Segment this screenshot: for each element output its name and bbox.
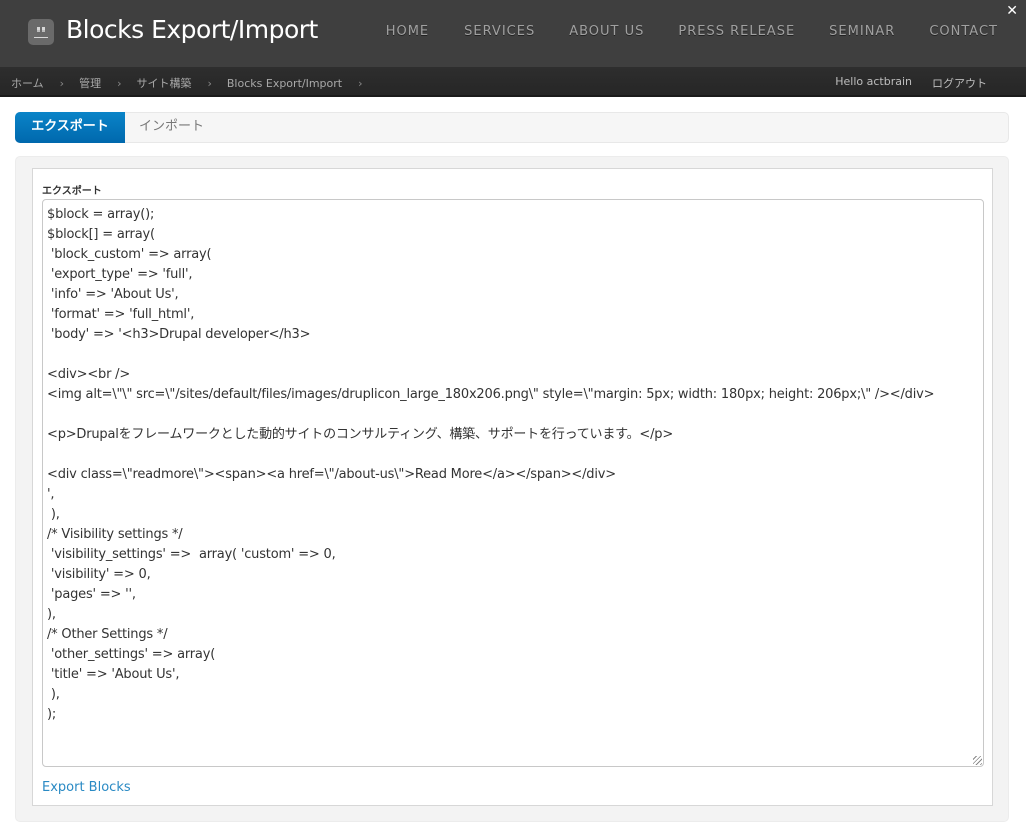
- admin-toolbar: ホーム › 管理 › サイト構築 › Blocks Export/Import …: [0, 67, 1026, 97]
- logo-eye-left-lower: [37, 30, 40, 32]
- chevron-right-icon: ›: [59, 76, 65, 90]
- close-icon[interactable]: ✕: [1006, 4, 1018, 18]
- user-area: Hello actbrain ログアウト: [835, 75, 987, 91]
- code-line: /* Visibility settings */: [47, 527, 183, 542]
- nav-contact[interactable]: CONTACT: [929, 24, 998, 39]
- site-title[interactable]: Blocks Export/Import: [66, 15, 318, 44]
- export-form: エクスポート $block = array(); $block[] = array…: [32, 168, 993, 806]
- nav-press-release[interactable]: PRESS RELEASE: [678, 24, 795, 39]
- nav-services[interactable]: SERVICES: [464, 24, 535, 39]
- logo-eye-right-lower: [42, 30, 45, 32]
- breadcrumb-site-building[interactable]: サイト構築: [136, 75, 191, 91]
- primary-tabs: エクスポート インポート: [15, 112, 1009, 143]
- user-greeting[interactable]: Hello actbrain: [835, 75, 912, 91]
- nav-home[interactable]: HOME: [386, 24, 429, 39]
- export-code-textarea[interactable]: $block = array(); $block[] = array( 'bloc…: [42, 199, 984, 767]
- code-line: ),: [47, 607, 56, 622]
- breadcrumb-admin[interactable]: 管理: [79, 75, 101, 91]
- code-line: $block = array();: [47, 207, 155, 222]
- logo-mouth: [34, 37, 48, 38]
- code-line: $block[] = array(: [47, 227, 155, 242]
- export-field-label: エクスポート: [42, 186, 102, 197]
- breadcrumb-home[interactable]: ホーム: [11, 75, 44, 91]
- site-logo-icon[interactable]: [28, 19, 54, 45]
- content-panel: エクスポート $block = array(); $block[] = array…: [15, 156, 1009, 822]
- nav-seminar[interactable]: SEMINAR: [829, 24, 895, 39]
- code-line: 'export_type' => 'full',: [47, 267, 193, 282]
- logout-link[interactable]: ログアウト: [932, 75, 987, 91]
- code-line: 'title' => 'About Us',: [47, 667, 180, 682]
- site-header: Blocks Export/Import HOME SERVICES ABOUT…: [0, 0, 1026, 67]
- code-line: 'block_custom' => array(: [47, 247, 212, 262]
- chevron-right-icon: ›: [207, 76, 212, 90]
- code-line: <div class=\"readmore\"><span><a href=\"…: [47, 467, 616, 482]
- nav-about-us[interactable]: ABOUT US: [569, 24, 644, 39]
- chevron-right-icon: ›: [358, 76, 363, 90]
- resize-handle-icon[interactable]: [973, 756, 982, 765]
- main-navigation: HOME SERVICES ABOUT US PRESS RELEASE SEM…: [386, 24, 1026, 39]
- code-line: 'other_settings' => array(: [47, 647, 216, 662]
- code-line: ',: [47, 487, 55, 502]
- code-line: 'format' => 'full_html',: [47, 307, 195, 322]
- code-line: 'body' => '<h3>Drupal developer</h3>: [47, 327, 311, 342]
- code-line: /* Other Settings */: [47, 627, 168, 642]
- code-line: ),: [47, 687, 60, 702]
- code-line: <div><br />: [47, 367, 131, 382]
- code-line: 'visibility_settings' => array( 'custom'…: [47, 547, 336, 562]
- chevron-right-icon: ›: [117, 76, 122, 90]
- code-line: 'visibility' => 0,: [47, 567, 151, 582]
- export-blocks-button[interactable]: Export Blocks: [42, 780, 131, 795]
- code-line: ),: [47, 507, 60, 522]
- tab-import[interactable]: インポート: [139, 112, 204, 143]
- breadcrumb-blocks-export-import[interactable]: Blocks Export/Import: [227, 77, 342, 90]
- code-line: <img alt=\"\" src=\"/sites/default/files…: [47, 387, 935, 402]
- tab-export[interactable]: エクスポート: [15, 112, 125, 143]
- code-line: <p>Drupalをフレームワークとした動的サイトのコンサルティング、構築、サポ…: [47, 427, 674, 442]
- code-line: 'pages' => '',: [47, 587, 136, 602]
- code-line: );: [47, 707, 57, 722]
- breadcrumb: ホーム › 管理 › サイト構築 › Blocks Export/Import …: [11, 75, 378, 91]
- code-line: 'info' => 'About Us',: [47, 287, 179, 302]
